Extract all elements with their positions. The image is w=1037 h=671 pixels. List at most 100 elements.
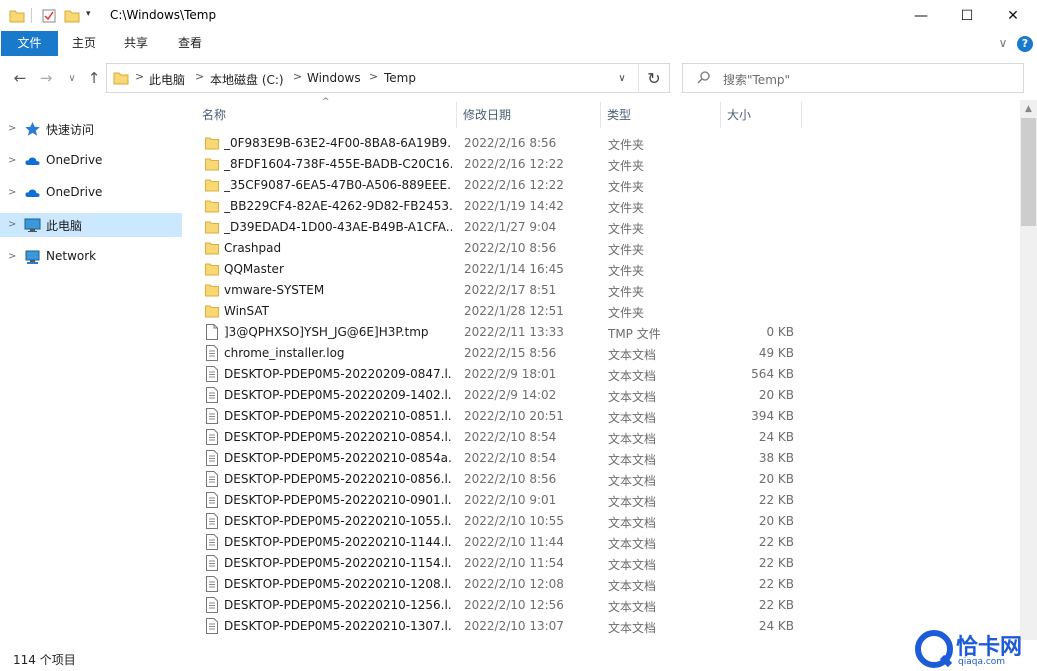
search-box[interactable]: 搜索"Temp" [682, 63, 1024, 93]
file-name[interactable]: _0F983E9B-63E2-4F00-8BA8-6A19B9... [224, 136, 452, 150]
file-row[interactable]: _0F983E9B-63E2-4F00-8BA8-6A19B9... 2022/2… [195, 133, 1015, 154]
file-name[interactable]: DESKTOP-PDEP0M5-20220210-0901.l... [224, 493, 452, 507]
properties-icon[interactable] [42, 8, 56, 23]
file-name[interactable]: DESKTOP-PDEP0M5-20220210-0856.l... [224, 472, 452, 486]
column-header-type[interactable]: 类型 [601, 102, 721, 128]
minimize-button[interactable]: — [898, 0, 944, 31]
crumb-local-disk[interactable]: 本地磁盘 (C:) [210, 71, 284, 88]
file-row[interactable]: DESKTOP-PDEP0M5-20220210-0854.l... 2022/2… [195, 427, 1015, 448]
file-row[interactable]: DESKTOP-PDEP0M5-20220210-0856.l... 2022/2… [195, 469, 1015, 490]
address-bar[interactable]: > 此电脑 > 本地磁盘 (C:) > Windows > Temp [106, 63, 670, 93]
file-name[interactable]: DESKTOP-PDEP0M5-20220209-1402.l... [224, 388, 452, 402]
chevron-right-icon[interactable]: > [8, 155, 16, 166]
file-size: 564 KB [751, 367, 794, 381]
column-header-date[interactable]: 修改日期 [457, 102, 601, 128]
file-name[interactable]: DESKTOP-PDEP0M5-20220210-1256.l... [224, 598, 452, 612]
scroll-up-icon[interactable]: ▲ [1020, 100, 1037, 117]
file-name[interactable]: _BB229CF4-82AE-4262-9D82-FB2453... [224, 199, 452, 213]
file-name[interactable]: DESKTOP-PDEP0M5-20220210-1307.l... [224, 619, 452, 633]
file-name[interactable]: DESKTOP-PDEP0M5-20220210-0854a... [224, 451, 452, 465]
file-name[interactable]: DESKTOP-PDEP0M5-20220210-1144.l... [224, 535, 452, 549]
scrollbar-thumb[interactable] [1021, 118, 1036, 226]
crumb-separator[interactable]: > [369, 70, 378, 83]
sidebar-item-network[interactable]: > Network [0, 245, 182, 269]
crumb-separator[interactable]: > [135, 70, 144, 83]
back-button[interactable]: ← [10, 67, 30, 89]
file-name[interactable]: DESKTOP-PDEP0M5-20220210-1154.l... [224, 556, 452, 570]
file-row[interactable]: DESKTOP-PDEP0M5-20220209-1402.l... 2022/2… [195, 385, 1015, 406]
chevron-right-icon[interactable]: > [8, 251, 16, 262]
file-date: 2022/2/15 8:56 [464, 346, 557, 360]
file-name[interactable]: DESKTOP-PDEP0M5-20220210-1208.l... [224, 577, 452, 591]
file-row[interactable]: DESKTOP-PDEP0M5-20220210-0901.l... 2022/2… [195, 490, 1015, 511]
file-name[interactable]: ]3@QPHXSO]YSH_JG@6E]H3P.tmp [224, 325, 452, 339]
file-name[interactable]: _8FDF1604-738F-455E-BADB-C20C16... [224, 157, 452, 171]
tab-file[interactable]: 文件 [1, 31, 58, 56]
file-row[interactable]: ]3@QPHXSO]YSH_JG@6E]H3P.tmp 2022/2/11 13:… [195, 322, 1015, 343]
file-name[interactable]: DESKTOP-PDEP0M5-20220210-0854.l... [224, 430, 452, 444]
chevron-right-icon[interactable]: > [8, 187, 16, 198]
crumb-temp[interactable]: Temp [384, 71, 416, 85]
file-name[interactable]: _35CF9087-6EA5-47B0-A506-889EEE... [224, 178, 452, 192]
forward-button[interactable]: → [36, 67, 56, 89]
sidebar-item-onedrive[interactable]: > OneDrive [0, 181, 182, 205]
chevron-right-icon[interactable]: > [8, 219, 16, 230]
file-name[interactable]: vmware-SYSTEM [224, 283, 452, 297]
file-name[interactable]: _D39EDAD4-1D00-43AE-B49B-A1CFA... [224, 220, 452, 234]
file-row[interactable]: DESKTOP-PDEP0M5-20220210-1208.l... 2022/2… [195, 574, 1015, 595]
close-button[interactable]: ✕ [990, 0, 1036, 31]
file-row[interactable]: DESKTOP-PDEP0M5-20220209-0847.l... 2022/2… [195, 364, 1015, 385]
file-row[interactable]: QQMaster 2022/1/14 16:45 文件夹 [195, 259, 1015, 280]
ribbon-expand-icon[interactable]: ∨ [996, 31, 1010, 56]
crumb-windows[interactable]: Windows [307, 71, 361, 85]
sidebar-item-this-pc[interactable]: > 此电脑 [0, 213, 182, 237]
recent-locations-button[interactable]: ∨ [62, 67, 82, 89]
file-name[interactable]: DESKTOP-PDEP0M5-20220210-1055.l... [224, 514, 452, 528]
file-row[interactable]: DESKTOP-PDEP0M5-20220210-1307.l... 2022/2… [195, 616, 1015, 637]
file-row[interactable]: DESKTOP-PDEP0M5-20220210-1154.l... 2022/2… [195, 553, 1015, 574]
up-button[interactable]: ↑ [84, 67, 104, 89]
file-name[interactable]: DESKTOP-PDEP0M5-20220209-0847.l... [224, 367, 452, 381]
file-row[interactable]: chrome_installer.log 2022/2/15 8:56 文本文档 49… [195, 343, 1015, 364]
watermark-url: qiaqa.com [958, 657, 1006, 667]
crumb-separator[interactable]: > [293, 70, 302, 83]
crumb-separator[interactable]: > [195, 70, 204, 83]
file-row[interactable]: _BB229CF4-82AE-4262-9D82-FB2453... 2022/1… [195, 196, 1015, 217]
file-row[interactable]: DESKTOP-PDEP0M5-20220210-1055.l... 2022/2… [195, 511, 1015, 532]
crumb-this-pc[interactable]: 此电脑 [149, 71, 185, 88]
file-row[interactable]: _35CF9087-6EA5-47B0-A506-889EEE... 2022/2… [195, 175, 1015, 196]
refresh-button[interactable]: ↻ [638, 64, 669, 92]
file-name[interactable]: WinSAT [224, 304, 452, 318]
file-name[interactable]: Crashpad [224, 241, 452, 255]
sidebar-item-onedrive[interactable]: > OneDrive [0, 149, 182, 173]
new-folder-icon[interactable] [64, 8, 80, 23]
file-row[interactable]: DESKTOP-PDEP0M5-20220210-1144.l... 2022/2… [195, 532, 1015, 553]
file-size: 49 KB [758, 346, 794, 360]
help-icon[interactable]: ? [1017, 36, 1033, 52]
file-type: 文本文档 [608, 516, 657, 530]
file-name[interactable]: QQMaster [224, 262, 452, 276]
address-dropdown-button[interactable]: ∨ [609, 64, 635, 92]
column-header-size[interactable]: 大小 [721, 102, 802, 128]
file-row[interactable]: DESKTOP-PDEP0M5-20220210-0851.l... 2022/2… [195, 406, 1015, 427]
file-name[interactable]: DESKTOP-PDEP0M5-20220210-0851.l... [224, 409, 452, 423]
file-row[interactable]: _D39EDAD4-1D00-43AE-B49B-A1CFA... 2022/1/… [195, 217, 1015, 238]
file-row[interactable]: DESKTOP-PDEP0M5-20220210-1256.l... 2022/2… [195, 595, 1015, 616]
tab-share[interactable]: 共享 [122, 31, 150, 56]
file-row[interactable]: vmware-SYSTEM 2022/2/17 8:51 文件夹 [195, 280, 1015, 301]
text-file-icon [206, 597, 218, 613]
file-name[interactable]: chrome_installer.log [224, 346, 452, 360]
text-file-icon [206, 345, 218, 361]
maximize-button[interactable]: ☐ [944, 0, 990, 31]
file-row[interactable]: _8FDF1604-738F-455E-BADB-C20C16... 2022/2… [195, 154, 1015, 175]
file-row[interactable]: WinSAT 2022/1/28 12:51 文件夹 [195, 301, 1015, 322]
quick-access-dropdown-icon[interactable]: ▾ [86, 9, 91, 19]
sidebar-item-quick-access[interactable]: > 快速访问 [0, 117, 182, 141]
file-row[interactable]: DESKTOP-PDEP0M5-20220210-0854a... 2022/2/… [195, 448, 1015, 469]
tab-view[interactable]: 查看 [176, 31, 204, 56]
chevron-right-icon[interactable]: > [8, 123, 16, 134]
tab-home[interactable]: 主页 [70, 31, 98, 56]
search-input[interactable]: 搜索"Temp" [723, 71, 790, 88]
file-row[interactable]: Crashpad 2022/2/10 8:56 文件夹 [195, 238, 1015, 259]
column-header-name[interactable]: 名称 [196, 102, 457, 128]
